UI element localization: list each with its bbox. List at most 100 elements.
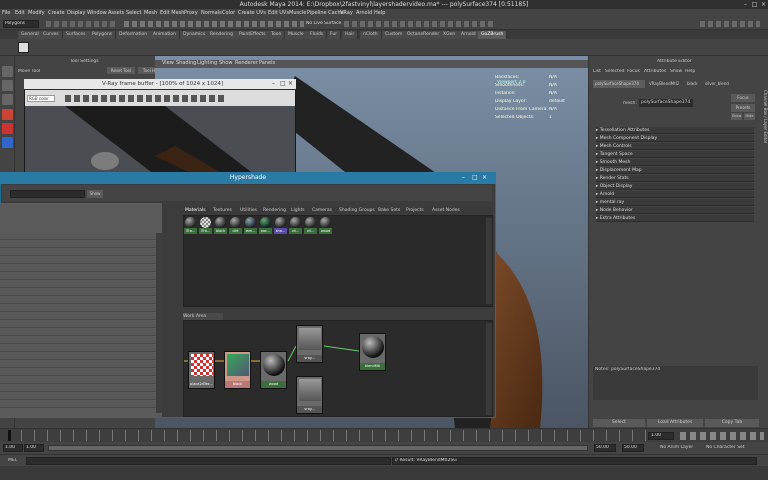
menu-assets[interactable]: Assets bbox=[108, 10, 124, 16]
tree-row[interactable] bbox=[0, 337, 156, 344]
vfb-channel-select[interactable]: RGB color bbox=[27, 95, 55, 102]
shelf-tab-muscle[interactable]: Muscle bbox=[285, 31, 308, 39]
attr-section-node-behavior[interactable]: ▸ Node Behavior bbox=[596, 207, 754, 214]
menu-display[interactable]: Display bbox=[67, 10, 85, 16]
status-icons[interactable] bbox=[46, 21, 116, 27]
menu-modify[interactable]: Modify bbox=[28, 10, 45, 16]
hs-tab-materials[interactable]: Materials bbox=[185, 208, 206, 213]
shelf-tab-octanerender[interactable]: OctaneRender bbox=[404, 31, 444, 39]
hs-tab-shading-groups[interactable]: Shading Groups bbox=[339, 208, 375, 213]
shelf-tab-ncloth[interactable]: nCloth bbox=[360, 31, 382, 39]
panel-toggle-icons[interactable] bbox=[700, 21, 760, 27]
playback-controls[interactable] bbox=[680, 432, 764, 440]
shelf-tab-fluids[interactable]: Fluids bbox=[307, 31, 328, 39]
menu-set-dropdown[interactable]: Polygons bbox=[3, 20, 39, 28]
hs-maximize-icon[interactable]: □ bbox=[472, 172, 478, 184]
menu-create-uvs[interactable]: Create UVs bbox=[238, 10, 266, 16]
focus-button[interactable]: Focus bbox=[731, 94, 755, 102]
menu-create[interactable]: Create bbox=[48, 10, 65, 16]
attr-tab-silver-blend[interactable]: silver_blend bbox=[703, 80, 733, 88]
tree-row[interactable] bbox=[0, 401, 156, 408]
menu-file[interactable]: File bbox=[2, 10, 10, 16]
select-button[interactable]: Select bbox=[593, 419, 645, 427]
menu-muscle[interactable]: Muscle bbox=[289, 10, 306, 16]
command-input[interactable] bbox=[26, 457, 391, 465]
tree-row[interactable] bbox=[0, 305, 156, 312]
start-time-field[interactable]: 1.00 bbox=[3, 444, 23, 452]
hs-tab-utilities[interactable]: Utilities bbox=[240, 208, 257, 213]
shelf-tab-dynamics[interactable]: Dynamics bbox=[180, 31, 210, 39]
material-swatch[interactable]: lTra... bbox=[199, 216, 212, 236]
vfb-toolbar-icons[interactable] bbox=[65, 95, 225, 102]
render-icons[interactable] bbox=[344, 21, 494, 27]
time-slider[interactable]: 1.00 bbox=[0, 428, 768, 442]
node-vray-lower[interactable]: vray... bbox=[296, 376, 323, 414]
tree-row[interactable] bbox=[0, 265, 156, 272]
work-area[interactable]: place2dTex... black wood vray... blendMt… bbox=[183, 320, 493, 417]
shelf-tab-custom[interactable]: Custom bbox=[382, 31, 407, 39]
menu-normals[interactable]: Normals bbox=[201, 10, 222, 16]
vfb-close-icon[interactable]: × bbox=[288, 79, 293, 89]
select-tool-icon[interactable] bbox=[2, 66, 13, 77]
shelf-tab-rendering[interactable]: Rendering bbox=[207, 31, 237, 39]
node-vray-upper[interactable]: vray... bbox=[296, 325, 323, 363]
menu-edit-mesh[interactable]: Edit Mesh bbox=[160, 10, 184, 16]
move-tool-icon[interactable] bbox=[2, 109, 13, 120]
material-swatch[interactable]: dirt bbox=[229, 216, 242, 236]
shelf-tab-xgen[interactable]: XGen bbox=[440, 31, 460, 39]
tree-row[interactable] bbox=[0, 321, 156, 328]
no-live-surface[interactable]: No Live Surface bbox=[306, 21, 341, 26]
hs-tab-lights[interactable]: Lights bbox=[291, 208, 305, 213]
menu-proxy[interactable]: Proxy bbox=[184, 10, 198, 16]
show-button[interactable]: Show bbox=[731, 113, 742, 120]
tree-row[interactable] bbox=[0, 313, 156, 320]
menu-mesh[interactable]: Mesh bbox=[144, 10, 157, 16]
node-place2dtexture[interactable]: place2dTex... bbox=[188, 351, 215, 389]
menu-pipeline-cache[interactable]: Pipeline Cache bbox=[307, 10, 344, 16]
shelf-tab-curves[interactable]: Curves bbox=[40, 31, 63, 39]
vp-menu-panels[interactable]: Panels bbox=[259, 60, 275, 66]
lasso-tool-icon[interactable] bbox=[2, 80, 13, 91]
hs-tab-asset-nodes[interactable]: Asset Nodes bbox=[432, 208, 460, 213]
shelf-tab-arnold[interactable]: Arnold bbox=[458, 31, 480, 39]
attr-tab-black[interactable]: black bbox=[685, 80, 701, 88]
work-area-label[interactable]: Work Area bbox=[183, 313, 223, 320]
range-bar[interactable] bbox=[48, 445, 588, 451]
shelf-tab-deformation[interactable]: Deformation bbox=[116, 31, 152, 39]
hs-search-field[interactable] bbox=[10, 190, 85, 198]
tree-row[interactable] bbox=[0, 273, 156, 280]
material-swatch[interactable]: wood bbox=[319, 216, 332, 236]
attr-section-render-stats[interactable]: ▸ Render Stats bbox=[596, 175, 754, 182]
menu-edit-uvs[interactable]: Edit UVs bbox=[268, 10, 289, 16]
hs-minimize-icon[interactable]: – bbox=[462, 172, 465, 184]
attr-menu-show[interactable]: Show bbox=[670, 69, 682, 74]
shelf-tab-polygons[interactable]: Polygons bbox=[89, 31, 117, 39]
vp-menu-show[interactable]: Show bbox=[219, 60, 233, 66]
hs-tab-textures[interactable]: Textures bbox=[213, 208, 232, 213]
node-black[interactable]: black bbox=[224, 351, 251, 389]
menu-help[interactable]: Help bbox=[374, 10, 385, 16]
end-time-field[interactable]: 50.00 bbox=[622, 444, 644, 452]
tree-row[interactable] bbox=[0, 345, 156, 352]
attr-menu-attributes[interactable]: Attributes bbox=[644, 69, 666, 74]
swatches-scrollbar[interactable] bbox=[486, 218, 492, 304]
tree-row[interactable] bbox=[0, 281, 156, 288]
material-swatch[interactable]: vil... bbox=[289, 216, 302, 236]
current-time-marker[interactable] bbox=[8, 430, 11, 441]
maximize-icon[interactable]: □ bbox=[750, 1, 759, 8]
material-swatch[interactable]: pac... bbox=[259, 216, 272, 236]
load-attributes-button[interactable]: Load Attributes bbox=[647, 419, 703, 427]
shelf-tab-hair[interactable]: Hair bbox=[342, 31, 359, 39]
attr-menu-list[interactable]: List bbox=[593, 69, 601, 74]
attr-section-mental-ray[interactable]: ▸ mental ray bbox=[596, 199, 754, 206]
tree-row[interactable] bbox=[0, 393, 156, 400]
attr-section-mesh-component-display[interactable]: ▸ Mesh Component Display bbox=[596, 135, 754, 142]
hs-tab-rendering[interactable]: Rendering bbox=[263, 208, 286, 213]
tree-row[interactable] bbox=[0, 289, 156, 296]
tree-row[interactable] bbox=[0, 249, 156, 256]
vfb-maximize-icon[interactable]: □ bbox=[280, 79, 286, 89]
node-blendmtl[interactable]: blendMtl bbox=[359, 333, 386, 371]
notes-area[interactable]: Notes: polySurfaceShape374 bbox=[593, 366, 758, 400]
node-wood[interactable]: wood bbox=[260, 351, 287, 389]
attr-tab-shape[interactable]: polySurfaceShape374 bbox=[593, 80, 645, 88]
